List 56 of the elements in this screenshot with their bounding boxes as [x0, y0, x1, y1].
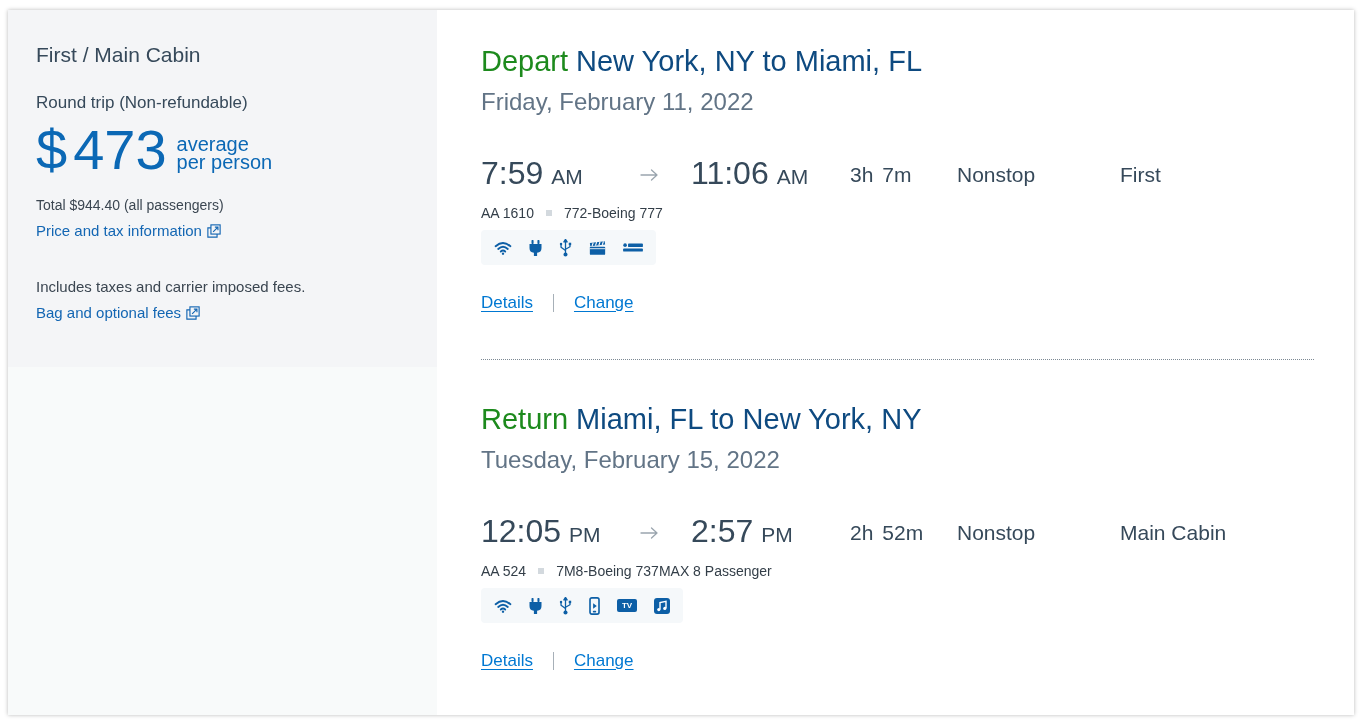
- cabin-title: First / Main Cabin: [36, 42, 202, 68]
- trip-type: Round trip (Non-refundable): [36, 92, 249, 114]
- arrival-period: AM: [776, 164, 809, 190]
- flight-date: Friday, February 11, 2022: [481, 87, 755, 117]
- direction-label: Depart: [481, 44, 569, 79]
- wifi-icon: [494, 598, 512, 613]
- power-plug-icon: [529, 597, 542, 614]
- price-currency: $: [36, 122, 68, 178]
- flight-number: AA 524: [481, 562, 527, 581]
- bag-fees-link[interactable]: Bag and optional fees: [36, 303, 201, 323]
- arrival-period: PM: [761, 522, 793, 548]
- usb-icon: [559, 596, 572, 615]
- usb-icon: [559, 238, 572, 257]
- price-caption: average per person: [176, 135, 274, 171]
- external-link-icon: [206, 224, 221, 238]
- price-tax-link[interactable]: Price and tax information: [36, 221, 221, 241]
- change-link[interactable]: Change: [573, 291, 634, 315]
- direction-label: Return: [481, 402, 569, 437]
- duration-minutes: 52m: [882, 520, 924, 547]
- change-link[interactable]: Change: [573, 649, 634, 673]
- aircraft-type: 772-Boeing 777: [563, 204, 663, 223]
- details-link[interactable]: Details: [481, 291, 533, 315]
- aircraft-type: 7M8-Boeing 737MAX 8 Passenger: [556, 562, 772, 581]
- departure-time: 7:59: [481, 154, 544, 193]
- cabin-label: First: [1120, 163, 1161, 187]
- flight-number: AA 1610: [481, 204, 534, 223]
- departure-period: AM: [551, 164, 583, 190]
- phone-play-icon: [589, 596, 600, 615]
- route-title: Miami, FL to New York, NY: [576, 402, 922, 437]
- external-link-icon: [186, 306, 201, 320]
- duration-hours: 3h: [850, 162, 874, 189]
- total-price: Total $944.40 (all passengers): [36, 196, 225, 215]
- stops-label: Nonstop: [957, 163, 1036, 187]
- clapperboard-icon: [589, 240, 606, 255]
- cabin-label: Main Cabin: [1120, 521, 1227, 545]
- music-note-icon: [654, 597, 670, 614]
- departure-time: 12:05: [481, 512, 562, 551]
- duration-hours: 2h: [850, 520, 874, 547]
- tv-icon: TV: [617, 599, 637, 612]
- flat-bed-seat-icon: [623, 243, 643, 252]
- separator-square-icon: [538, 568, 545, 574]
- flight-date: Tuesday, February 15, 2022: [481, 445, 781, 475]
- arrival-time: 11:06: [691, 154, 769, 193]
- route-title: New York, NY to Miami, FL: [576, 44, 923, 79]
- departure-period: PM: [569, 522, 601, 548]
- power-plug-icon: [529, 239, 542, 256]
- separator-square-icon: [545, 210, 552, 216]
- price-amount: 473: [73, 122, 167, 178]
- arrival-time: 2:57: [691, 512, 754, 551]
- wifi-icon: [494, 240, 512, 255]
- arrow-right-icon: [640, 169, 658, 181]
- arrow-right-icon: [640, 527, 658, 539]
- details-link[interactable]: Details: [481, 649, 533, 673]
- duration-minutes: 7m: [882, 162, 912, 189]
- fees-note: Includes taxes and carrier imposed fees.: [36, 277, 307, 297]
- stops-label: Nonstop: [957, 521, 1036, 545]
